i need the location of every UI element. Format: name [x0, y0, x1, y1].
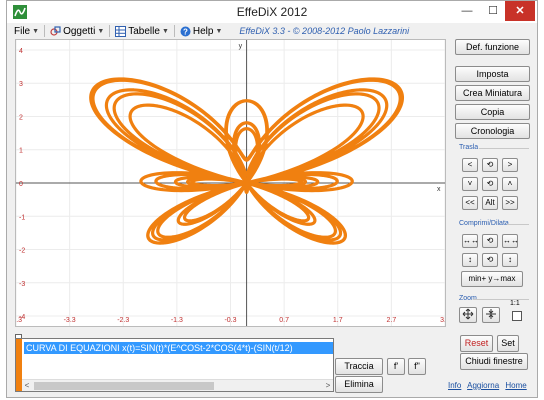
trasla-button-8[interactable]: >> [502, 196, 518, 210]
info-link[interactable]: Info [448, 381, 461, 390]
menu-separator [44, 25, 46, 37]
footer-links: Info Aggiorna Home [448, 381, 531, 390]
divider [473, 299, 529, 300]
maximize-button[interactable]: ☐ [480, 1, 506, 21]
y-tick-label: 3 [19, 81, 23, 88]
comprimi-button-3[interactable]: ↕ [462, 253, 478, 267]
svg-text:?: ? [183, 27, 188, 36]
y-tick-label: -4 [19, 314, 25, 321]
zoom-ratio-checkbox[interactable] [512, 311, 522, 321]
y-tick-label: 4 [19, 48, 23, 55]
chevron-down-icon: ▼ [161, 27, 169, 35]
y-tick-label: -2 [19, 248, 25, 255]
y-tick-label: 2 [19, 114, 23, 121]
x-tick-label: 2.7 [387, 317, 397, 324]
chevron-down-icon: ▼ [215, 27, 223, 35]
trasla-button-3[interactable]: ˅ [462, 177, 478, 191]
trasla-button-1[interactable]: ⟲ [482, 158, 498, 172]
chevron-down-icon: ▼ [32, 27, 40, 35]
x-tick-label: -2.3 [117, 317, 129, 324]
comprimi-button-1[interactable]: ⟲ [482, 234, 498, 248]
y-tick-label: -3 [19, 281, 25, 288]
equation-editor[interactable]: CURVA DI EQUAZIONI x(t)=SIN(t)*(E^COSt-2… [15, 338, 334, 392]
title-bar: EffeDiX 2012 — ☐ ✕ [7, 1, 537, 23]
y-axis-label: y [239, 43, 243, 50]
menu-help-label: Help [192, 25, 214, 37]
x-tick-label: -3.3 [64, 317, 76, 324]
menu-bar: File ▼ Oggetti ▼ Tabelle ▼ ? Help ▼ Effe… [11, 23, 441, 39]
copia-button[interactable]: Copia [455, 104, 530, 120]
menu-separator [109, 25, 111, 37]
menu-oggetti-label: Oggetti [63, 25, 96, 37]
copyright-text: EffeDiX 3.3 - © 2008-2012 Paolo Lazzarin… [239, 26, 410, 36]
menu-tabelle-label: Tabelle [128, 25, 160, 37]
horizontal-scrollbar[interactable]: < > [22, 379, 333, 391]
menu-oggetti[interactable]: Oggetti ▼ [47, 23, 107, 39]
trasla-button-0[interactable]: < [462, 158, 478, 172]
objects-icon [50, 25, 61, 36]
plot-canvas: -4.3-3.3-2.3-1.3-0.30.71.72.73.743210-1-… [10, 40, 450, 326]
scroll-right-icon[interactable]: > [323, 380, 333, 392]
menu-file[interactable]: File ▼ [11, 23, 42, 39]
x-tick-label: -0.3 [224, 317, 236, 324]
y-tick-label: -1 [19, 214, 25, 221]
plot-area[interactable]: -4.3-3.3-2.3-1.3-0.30.71.72.73.743210-1-… [10, 39, 450, 327]
zoom-out-arrows-icon [462, 308, 474, 320]
second-derivative-button[interactable]: f" [408, 358, 426, 375]
comprimi-label: Comprimi/Dilata [459, 220, 509, 227]
zoom-in-arrows-icon [486, 309, 496, 319]
def-funzione-button[interactable]: Def. funzione [455, 39, 530, 55]
min-max-button[interactable]: min+ y→max [461, 271, 523, 287]
menu-separator [173, 25, 175, 37]
reset-button[interactable]: Reset [460, 335, 493, 352]
comprimi-button-2[interactable]: ↔↔ [502, 234, 519, 248]
comprimi-button-0[interactable]: ↔↔ [462, 234, 479, 248]
y-tick-label: 0 [19, 181, 23, 188]
minimize-button[interactable]: — [454, 1, 480, 21]
y-tick-label: 1 [19, 148, 23, 155]
aggiorna-link[interactable]: Aggiorna [467, 381, 499, 390]
traccia-button[interactable]: Traccia [335, 358, 383, 375]
zoom-in-button[interactable] [482, 307, 500, 323]
x-tick-label: 3.7 [440, 317, 445, 324]
menu-file-label: File [14, 25, 31, 37]
equation-line[interactable]: CURVA DI EQUAZIONI x(t)=SIN(t)*(E^COSt-2… [24, 342, 333, 354]
cronologia-button[interactable]: Cronologia [455, 123, 530, 139]
chevron-down-icon: ▼ [97, 27, 105, 35]
zoom-out-button[interactable] [459, 307, 477, 323]
x-tick-label: -1.3 [171, 317, 183, 324]
table-icon [115, 25, 127, 37]
menu-tabelle[interactable]: Tabelle ▼ [112, 23, 172, 39]
set-button[interactable]: Set [497, 335, 519, 352]
comprimi-button-4[interactable]: ⟲ [482, 253, 498, 267]
trasla-label: Trasla [459, 144, 479, 151]
help-icon: ? [180, 26, 191, 36]
home-link[interactable]: Home [505, 381, 526, 390]
imposta-button[interactable]: Imposta [455, 66, 530, 82]
menu-help[interactable]: ? Help ▼ [177, 23, 226, 39]
x-tick-label: 1.7 [333, 317, 343, 324]
x-tick-label: 0.7 [279, 317, 289, 324]
comprimi-button-5[interactable]: ↕ [502, 253, 518, 267]
scroll-thumb[interactable] [34, 382, 214, 390]
scroll-left-icon[interactable]: < [22, 380, 32, 392]
divider [507, 224, 529, 225]
app-window: EffeDiX 2012 — ☐ ✕ File ▼ Oggetti ▼ Tabell… [6, 0, 538, 398]
trasla-button-4[interactable]: ⟲ [482, 177, 498, 191]
zoom-ratio-label: 1:1 [510, 300, 520, 307]
x-axis-label: x [437, 186, 441, 193]
trasla-button-5[interactable]: ˄ [502, 177, 518, 191]
trasla-button-2[interactable]: > [502, 158, 518, 172]
elimina-button[interactable]: Elimina [335, 376, 383, 393]
crea-miniatura-button[interactable]: Crea Miniatura [455, 85, 530, 101]
chiudi-finestre-button[interactable]: Chiudi finestre [460, 353, 528, 370]
first-derivative-button[interactable]: f' [387, 358, 405, 375]
trasla-button-6[interactable]: << [462, 196, 478, 210]
divider [479, 148, 529, 149]
trasla-button-7[interactable]: Alt [482, 196, 498, 210]
close-button[interactable]: ✕ [505, 1, 535, 21]
